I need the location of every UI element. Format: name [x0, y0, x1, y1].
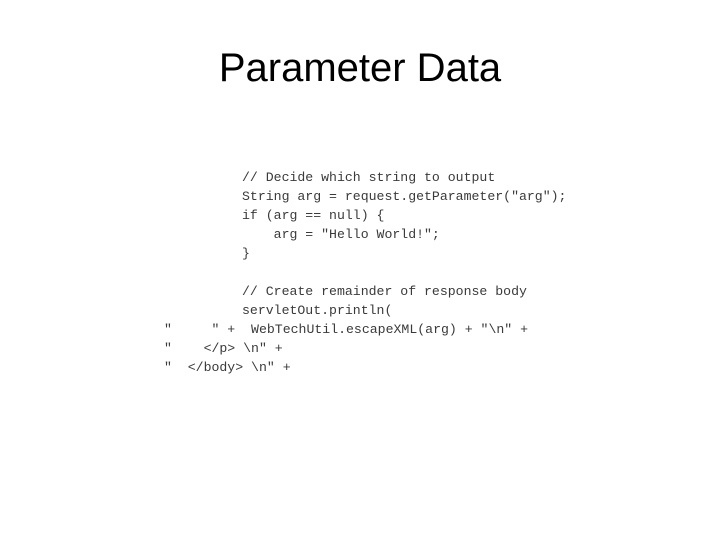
code-line-get-parameter: String arg = request.getParameter("arg")… [242, 189, 567, 204]
code-line-escape-xml: " " + WebTechUtil.escapeXML(arg) + "\n" … [164, 322, 529, 337]
code-line-println: servletOut.println( [242, 303, 393, 318]
code-line-close-p: " </p> \n" + [164, 341, 283, 356]
code-line-assign-default: arg = "Hello World!"; [242, 227, 440, 242]
code-comment-decide: // Decide which string to output [242, 170, 496, 185]
slide-title: Parameter Data [218, 46, 502, 90]
code-comment-create-remainder: // Create remainder of response body [242, 284, 527, 299]
code-line-if-null: if (arg == null) { [242, 208, 385, 223]
code-line-close-brace: } [242, 246, 250, 261]
code-line-close-body: " </body> \n" + [164, 360, 291, 375]
